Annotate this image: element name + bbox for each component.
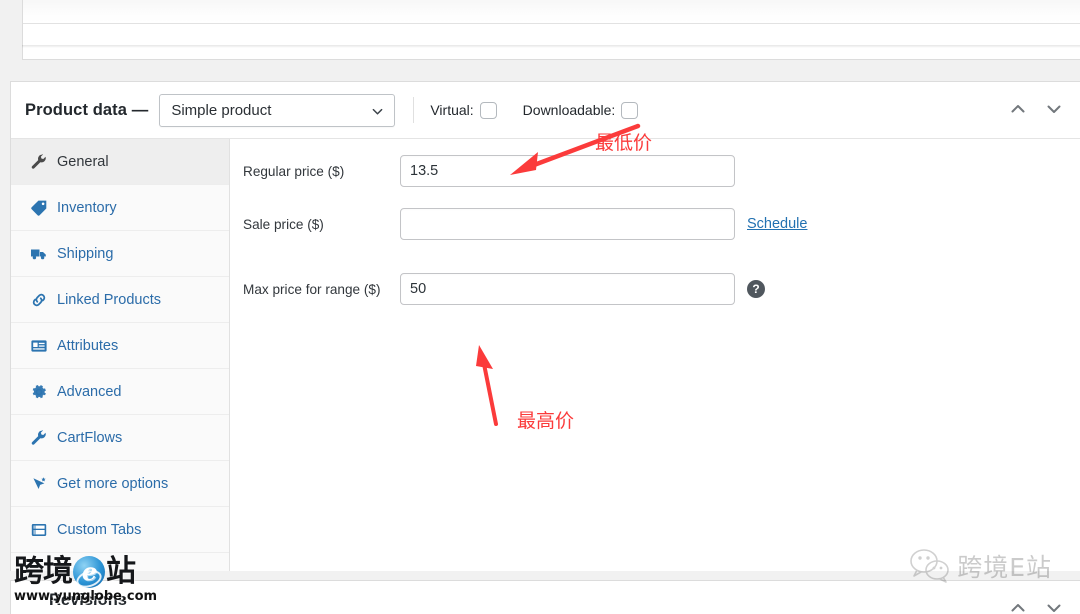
sidebar-item-label: Custom Tabs [57, 521, 142, 538]
tag-icon [30, 199, 48, 217]
wrench-icon [30, 429, 48, 447]
sidebar-item-label: Get more options [57, 475, 169, 492]
metabox-order-controls [1008, 99, 1064, 119]
chevron-down-icon [372, 108, 383, 115]
truck-icon [30, 245, 48, 263]
screenshot-root: Product data — Simple product Virtual: D… [0, 0, 1080, 614]
virtual-field: Virtual: [430, 101, 497, 119]
input-sale-price[interactable] [400, 208, 735, 240]
card-icon [30, 337, 48, 355]
sidebar-item-general[interactable]: General [11, 139, 229, 185]
input-regular-price[interactable] [400, 155, 735, 187]
revisions-move-down-icon[interactable] [1044, 598, 1064, 614]
revisions-move-up-icon[interactable] [1008, 598, 1028, 614]
gear-icon [30, 383, 48, 401]
virtual-checkbox[interactable] [479, 101, 497, 119]
sidebar-item-label: General [57, 153, 109, 170]
move-down-icon[interactable] [1044, 99, 1064, 119]
sidebar-item-inventory[interactable]: Inventory [11, 185, 229, 231]
revisions-metabox: Revisions [10, 580, 1080, 614]
product-data-metabox: Product data — Simple product Virtual: D… [10, 81, 1080, 571]
table-layout-icon [30, 521, 48, 539]
product-data-tabs: General Inventory Shipping Linked Products A… [11, 139, 230, 571]
sidebar-item-linked-products[interactable]: Linked Products [11, 277, 229, 323]
sidebar-item-label: CartFlows [57, 429, 123, 446]
sidebar-item-label: Attributes [57, 337, 119, 354]
sidebar-item-label: Advanced [57, 383, 122, 400]
editor-panel-cutoff [22, 0, 1080, 60]
link-icon [30, 291, 48, 309]
help-icon[interactable]: ? [747, 280, 765, 298]
revisions-order-controls [1008, 598, 1064, 614]
general-tab-panel: Regular price ($) Sale price ($) Schedule M… [230, 139, 1080, 571]
downloadable-field: Downloadable: [522, 101, 639, 119]
downloadable-label: Downloadable: [522, 102, 616, 118]
virtual-label: Virtual: [430, 102, 474, 118]
label-max-price-for-range: Max price for range ($) [243, 281, 381, 297]
label-sale-price: Sale price ($) [243, 216, 324, 232]
move-up-icon[interactable] [1008, 99, 1028, 119]
editor-panel-gradient [23, 0, 1080, 23]
field-row-max-price-for-range: Max price for range ($)? [230, 273, 1080, 305]
sidebar-item-cartflows[interactable]: CartFlows [11, 415, 229, 461]
editor-panel-divider [23, 23, 1080, 24]
product-data-body: General Inventory Shipping Linked Products A… [11, 139, 1080, 571]
schedule-link[interactable]: Schedule [747, 216, 807, 232]
revisions-title: Revisions [49, 591, 127, 609]
header-divider [413, 97, 415, 123]
sidebar-item-shipping[interactable]: Shipping [11, 231, 229, 277]
field-row-sale-price: Sale price ($) Schedule [230, 208, 1080, 240]
sidebar-item-custom-tabs[interactable]: Custom Tabs [11, 507, 229, 553]
product-type-value: Simple product [171, 101, 272, 119]
wrench-icon [30, 153, 48, 171]
downloadable-checkbox[interactable] [621, 101, 639, 119]
sidebar-item-advanced[interactable]: Advanced [11, 369, 229, 415]
field-row-regular-price: Regular price ($) [230, 155, 1080, 187]
sidebar-item-label: Inventory [57, 199, 117, 216]
product-type-select[interactable]: Simple product [159, 93, 396, 127]
product-data-header: Product data — Simple product Virtual: D… [11, 82, 1080, 139]
sidebar-item-attributes[interactable]: Attributes [11, 323, 229, 369]
sidebar-item-label: Shipping [57, 245, 114, 262]
sidebar-item-get-more-options[interactable]: Get more options [11, 461, 229, 507]
page-title: Product data — [25, 100, 149, 119]
editor-panel-shadow [22, 45, 1080, 48]
label-regular-price: Regular price ($) [243, 163, 345, 179]
star-cursor-icon [30, 475, 48, 493]
input-max-price-for-range[interactable] [400, 273, 735, 305]
sidebar-item-label: Linked Products [57, 291, 161, 308]
